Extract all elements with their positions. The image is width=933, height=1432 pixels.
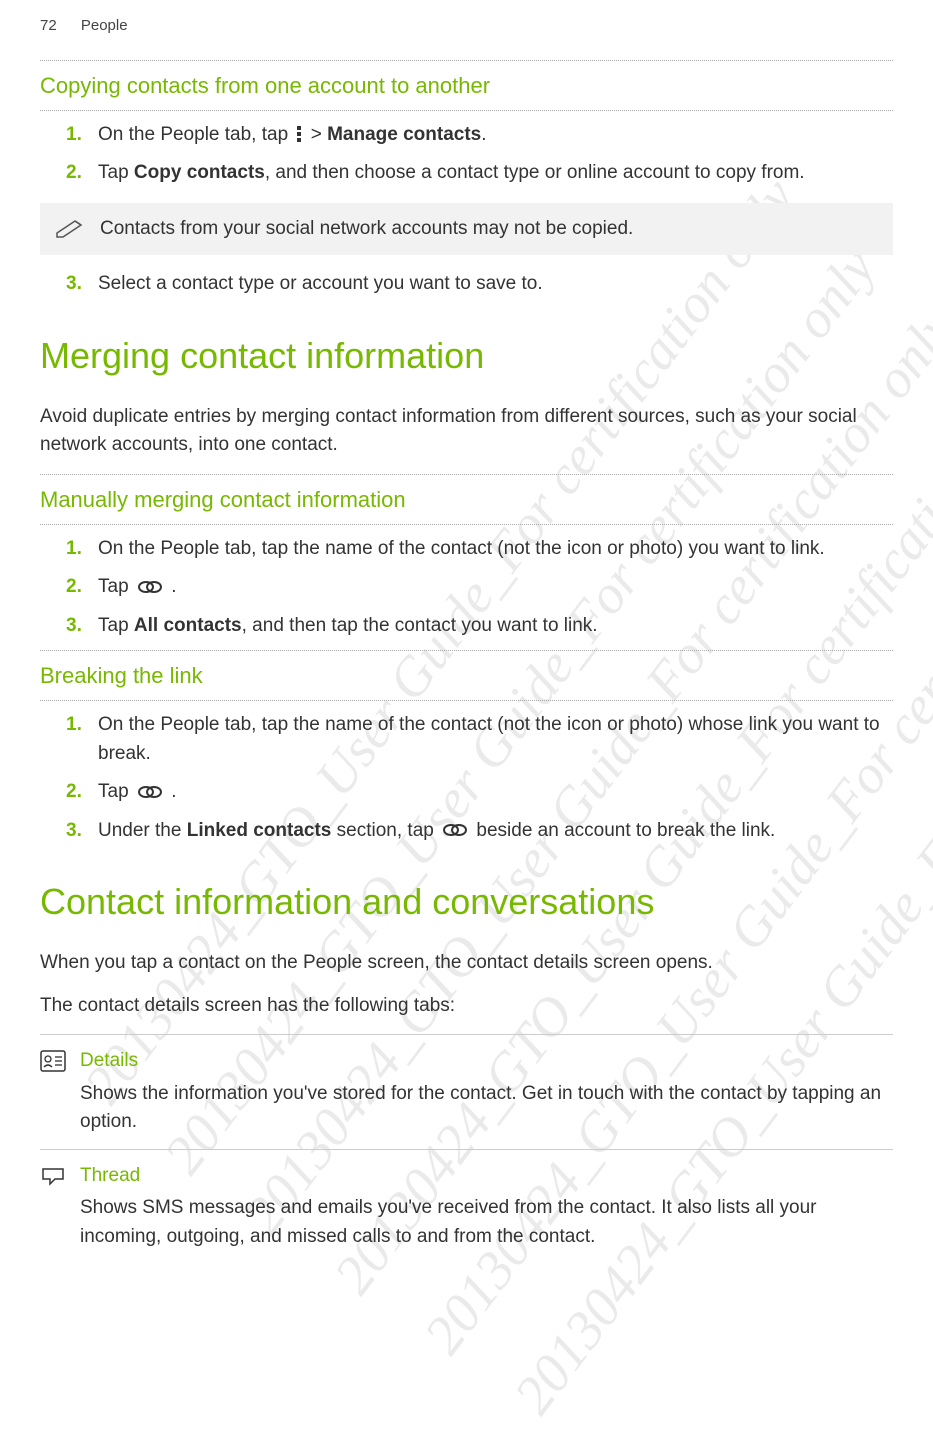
link-icon <box>136 578 164 596</box>
divider <box>40 110 893 111</box>
divider <box>40 524 893 525</box>
tab-details-row: Details Shows the information you've sto… <box>40 1034 893 1149</box>
tab-content: Thread Shows SMS messages and emails you… <box>80 1162 893 1252</box>
step-text: On the People tab, tap the name of the c… <box>98 535 893 564</box>
step-number: 2. <box>66 778 98 807</box>
step-item: 3. Tap All contacts, and then tap the co… <box>66 612 893 641</box>
step-number: 2. <box>66 159 98 188</box>
link-icon <box>441 821 469 839</box>
tab-title-details: Details <box>80 1047 893 1076</box>
more-icon <box>295 124 303 144</box>
link-icon <box>136 783 164 801</box>
tab-content: Details Shows the information you've sto… <box>80 1047 893 1137</box>
tip-box: Contacts from your social network accoun… <box>40 203 893 256</box>
paragraph: Avoid duplicate entries by merging conta… <box>40 403 893 460</box>
subheading-breaking-link: Breaking the link <box>40 659 893 692</box>
step-item: 2. Tap . <box>66 573 893 602</box>
divider <box>40 650 893 651</box>
divider <box>40 700 893 701</box>
step-item: 1. On the People tab, tap > Manage conta… <box>66 121 893 150</box>
divider <box>40 474 893 475</box>
step-number: 1. <box>66 121 98 150</box>
step-item: 3. Under the Linked contacts section, ta… <box>66 817 893 846</box>
step-text: Tap All contacts, and then tap the conta… <box>98 612 893 641</box>
tab-thread-row: Thread Shows SMS messages and emails you… <box>40 1149 893 1264</box>
paragraph: The contact details screen has the follo… <box>40 992 893 1021</box>
tab-desc-details: Shows the information you've stored for … <box>80 1080 893 1137</box>
step-text: Tap Copy contacts, and then choose a con… <box>98 159 893 188</box>
tip-text: Contacts from your social network accoun… <box>100 215 633 244</box>
step-text: On the People tab, tap the name of the c… <box>98 711 893 768</box>
step-item: 1. On the People tab, tap the name of th… <box>66 711 893 768</box>
step-item: 2. Tap . <box>66 778 893 807</box>
step-number: 3. <box>66 817 98 846</box>
step-item: 3. Select a contact type or account you … <box>66 270 893 299</box>
heading-merging: Merging contact information <box>40 329 893 383</box>
step-number: 1. <box>66 711 98 768</box>
step-number: 3. <box>66 270 98 299</box>
step-text: Under the Linked contacts section, tap b… <box>98 817 893 846</box>
divider <box>40 60 893 61</box>
section-name: People <box>81 17 128 34</box>
step-text: On the People tab, tap > Manage contacts… <box>98 121 893 150</box>
page-number: 72 <box>40 17 57 34</box>
heading-contact-info: Contact information and conversations <box>40 875 893 929</box>
step-item: 2. Tap Copy contacts, and then choose a … <box>66 159 893 188</box>
thread-tab-icon <box>40 1162 68 1252</box>
pencil-icon <box>55 219 85 239</box>
paragraph: When you tap a contact on the People scr… <box>40 949 893 978</box>
tab-title-thread: Thread <box>80 1162 893 1191</box>
step-item: 1. On the People tab, tap the name of th… <box>66 535 893 564</box>
subheading-manually-merging: Manually merging contact information <box>40 483 893 516</box>
step-number: 3. <box>66 612 98 641</box>
subheading-copying-contacts: Copying contacts from one account to ano… <box>40 69 893 102</box>
step-number: 2. <box>66 573 98 602</box>
details-tab-icon <box>40 1047 68 1137</box>
step-text: Tap . <box>98 778 893 807</box>
step-text: Tap . <box>98 573 893 602</box>
step-number: 1. <box>66 535 98 564</box>
tab-desc-thread: Shows SMS messages and emails you've rec… <box>80 1194 893 1251</box>
step-text: Select a contact type or account you wan… <box>98 270 893 299</box>
page-header: 72 People <box>40 15 893 38</box>
